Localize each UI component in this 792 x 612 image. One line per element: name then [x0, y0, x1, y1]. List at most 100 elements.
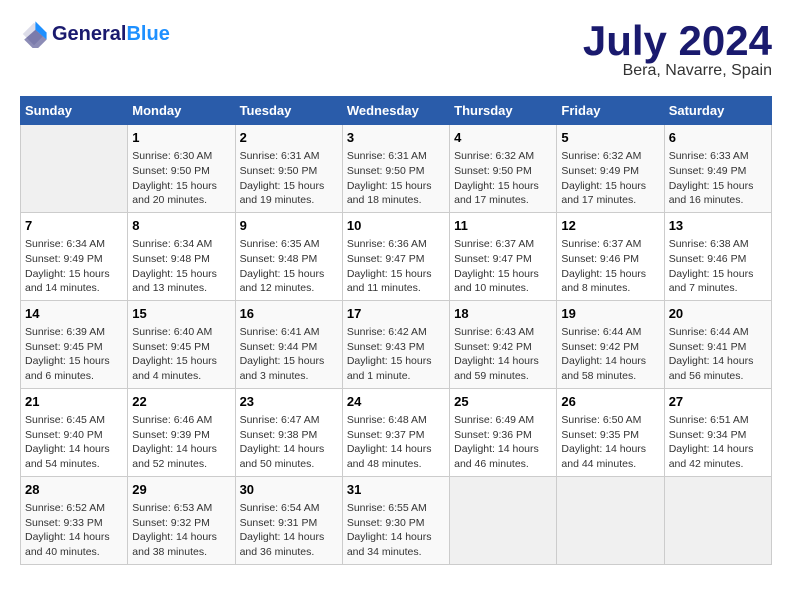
cell-content: Sunrise: 6:31 AM Sunset: 9:50 PM Dayligh… — [347, 149, 445, 208]
day-number: 11 — [454, 217, 552, 235]
calendar-cell: 1 Sunrise: 6:30 AM Sunset: 9:50 PM Daylig… — [128, 125, 235, 213]
calendar-cell — [557, 476, 664, 564]
calendar-cell: 18 Sunrise: 6:43 AM Sunset: 9:42 PM Dayli… — [450, 300, 557, 388]
day-of-week-header: Tuesday — [235, 97, 342, 125]
cell-content: Sunrise: 6:35 AM Sunset: 9:48 PM Dayligh… — [240, 237, 338, 296]
calendar-cell: 17 Sunrise: 6:42 AM Sunset: 9:43 PM Dayli… — [342, 300, 449, 388]
cell-content: Sunrise: 6:41 AM Sunset: 9:44 PM Dayligh… — [240, 325, 338, 384]
day-of-week-header: Friday — [557, 97, 664, 125]
day-number: 4 — [454, 129, 552, 147]
cell-content: Sunrise: 6:51 AM Sunset: 9:34 PM Dayligh… — [669, 413, 767, 472]
calendar-cell: 10Sunrise: 6:36 AM Sunset: 9:47 PM Dayli… — [342, 212, 449, 300]
cell-content: Sunrise: 6:48 AM Sunset: 9:37 PM Dayligh… — [347, 413, 445, 472]
calendar-cell: 22 Sunrise: 6:46 AM Sunset: 9:39 PM Dayli… — [128, 388, 235, 476]
day-number: 8 — [132, 217, 230, 235]
month-title: July 2024 — [583, 20, 772, 62]
day-of-week-header: Sunday — [21, 97, 128, 125]
calendar-cell: 7 Sunrise: 6:34 AM Sunset: 9:49 PM Daylig… — [21, 212, 128, 300]
day-number: 23 — [240, 393, 338, 411]
calendar-cell: 5 Sunrise: 6:32 AM Sunset: 9:49 PM Daylig… — [557, 125, 664, 213]
calendar-cell: 26 Sunrise: 6:50 AM Sunset: 9:35 PM Dayli… — [557, 388, 664, 476]
day-number: 30 — [240, 481, 338, 499]
cell-content: Sunrise: 6:43 AM Sunset: 9:42 PM Dayligh… — [454, 325, 552, 384]
cell-content: Sunrise: 6:38 AM Sunset: 9:46 PM Dayligh… — [669, 237, 767, 296]
cell-content: Sunrise: 6:50 AM Sunset: 9:35 PM Dayligh… — [561, 413, 659, 472]
cell-content: Sunrise: 6:42 AM Sunset: 9:43 PM Dayligh… — [347, 325, 445, 384]
day-number: 13 — [669, 217, 767, 235]
calendar-week-row: 14 Sunrise: 6:39 AM Sunset: 9:45 PM Dayli… — [21, 300, 772, 388]
calendar-cell: 23Sunrise: 6:47 AM Sunset: 9:38 PM Dayli… — [235, 388, 342, 476]
calendar-cell: 3Sunrise: 6:31 AM Sunset: 9:50 PM Daylig… — [342, 125, 449, 213]
cell-content: Sunrise: 6:34 AM Sunset: 9:48 PM Dayligh… — [132, 237, 230, 296]
calendar-cell: 21 Sunrise: 6:45 AM Sunset: 9:40 PM Dayli… — [21, 388, 128, 476]
day-number: 26 — [561, 393, 659, 411]
calendar-cell: 12 Sunrise: 6:37 AM Sunset: 9:46 PM Dayli… — [557, 212, 664, 300]
logo-text: GeneralBlue — [52, 23, 170, 46]
location-subtitle: Bera, Navarre, Spain — [583, 62, 772, 80]
cell-content: Sunrise: 6:55 AM Sunset: 9:30 PM Dayligh… — [347, 501, 445, 560]
cell-content: Sunrise: 6:45 AM Sunset: 9:40 PM Dayligh… — [25, 413, 123, 472]
calendar-cell: 9Sunrise: 6:35 AM Sunset: 9:48 PM Daylig… — [235, 212, 342, 300]
title-block: July 2024 Bera, Navarre, Spain — [583, 20, 772, 80]
calendar-cell: 13 Sunrise: 6:38 AM Sunset: 9:46 PM Dayli… — [664, 212, 771, 300]
calendar-cell — [450, 476, 557, 564]
cell-content: Sunrise: 6:37 AM Sunset: 9:47 PM Dayligh… — [454, 237, 552, 296]
calendar-cell: 30 Sunrise: 6:54 AM Sunset: 9:31 PM Dayli… — [235, 476, 342, 564]
day-number: 2 — [240, 129, 338, 147]
calendar-cell: 27 Sunrise: 6:51 AM Sunset: 9:34 PM Dayli… — [664, 388, 771, 476]
cell-content: Sunrise: 6:37 AM Sunset: 9:46 PM Dayligh… — [561, 237, 659, 296]
calendar-cell: 31 Sunrise: 6:55 AM Sunset: 9:30 PM Dayli… — [342, 476, 449, 564]
calendar-week-row: 21 Sunrise: 6:45 AM Sunset: 9:40 PM Dayli… — [21, 388, 772, 476]
day-number: 12 — [561, 217, 659, 235]
cell-content: Sunrise: 6:33 AM Sunset: 9:49 PM Dayligh… — [669, 149, 767, 208]
cell-content: Sunrise: 6:40 AM Sunset: 9:45 PM Dayligh… — [132, 325, 230, 384]
page-header: GeneralBlue July 2024 Bera, Navarre, Spa… — [20, 20, 772, 80]
day-of-week-header: Saturday — [664, 97, 771, 125]
calendar-cell: 4 Sunrise: 6:32 AM Sunset: 9:50 PM Daylig… — [450, 125, 557, 213]
day-number: 18 — [454, 305, 552, 323]
day-number: 21 — [25, 393, 123, 411]
calendar-cell: 6 Sunrise: 6:33 AM Sunset: 9:49 PM Daylig… — [664, 125, 771, 213]
day-number: 28 — [25, 481, 123, 499]
calendar-cell: 16 Sunrise: 6:41 AM Sunset: 9:44 PM Dayli… — [235, 300, 342, 388]
calendar-cell: 19Sunrise: 6:44 AM Sunset: 9:42 PM Dayli… — [557, 300, 664, 388]
day-number: 14 — [25, 305, 123, 323]
day-number: 10 — [347, 217, 445, 235]
calendar-cell: 25Sunrise: 6:49 AM Sunset: 9:36 PM Dayli… — [450, 388, 557, 476]
calendar-cell: 11 Sunrise: 6:37 AM Sunset: 9:47 PM Dayli… — [450, 212, 557, 300]
cell-content: Sunrise: 6:44 AM Sunset: 9:41 PM Dayligh… — [669, 325, 767, 384]
calendar-cell: 28 Sunrise: 6:52 AM Sunset: 9:33 PM Dayli… — [21, 476, 128, 564]
day-of-week-header: Thursday — [450, 97, 557, 125]
cell-content: Sunrise: 6:44 AM Sunset: 9:42 PM Dayligh… — [561, 325, 659, 384]
day-number: 1 — [132, 129, 230, 147]
day-number: 17 — [347, 305, 445, 323]
calendar-cell: 20Sunrise: 6:44 AM Sunset: 9:41 PM Dayli… — [664, 300, 771, 388]
day-number: 31 — [347, 481, 445, 499]
day-number: 24 — [347, 393, 445, 411]
cell-content: Sunrise: 6:39 AM Sunset: 9:45 PM Dayligh… — [25, 325, 123, 384]
cell-content: Sunrise: 6:30 AM Sunset: 9:50 PM Dayligh… — [132, 149, 230, 208]
day-number: 7 — [25, 217, 123, 235]
day-number: 29 — [132, 481, 230, 499]
calendar-table: SundayMondayTuesdayWednesdayThursdayFrid… — [20, 96, 772, 565]
cell-content: Sunrise: 6:32 AM Sunset: 9:49 PM Dayligh… — [561, 149, 659, 208]
cell-content: Sunrise: 6:46 AM Sunset: 9:39 PM Dayligh… — [132, 413, 230, 472]
logo: GeneralBlue — [20, 20, 170, 48]
day-number: 15 — [132, 305, 230, 323]
cell-content: Sunrise: 6:52 AM Sunset: 9:33 PM Dayligh… — [25, 501, 123, 560]
cell-content: Sunrise: 6:31 AM Sunset: 9:50 PM Dayligh… — [240, 149, 338, 208]
calendar-cell: 15 Sunrise: 6:40 AM Sunset: 9:45 PM Dayli… — [128, 300, 235, 388]
day-number: 6 — [669, 129, 767, 147]
calendar-cell: 14 Sunrise: 6:39 AM Sunset: 9:45 PM Dayli… — [21, 300, 128, 388]
day-number: 27 — [669, 393, 767, 411]
day-number: 25 — [454, 393, 552, 411]
calendar-cell: 24 Sunrise: 6:48 AM Sunset: 9:37 PM Dayli… — [342, 388, 449, 476]
cell-content: Sunrise: 6:34 AM Sunset: 9:49 PM Dayligh… — [25, 237, 123, 296]
calendar-header-row: SundayMondayTuesdayWednesdayThursdayFrid… — [21, 97, 772, 125]
cell-content: Sunrise: 6:54 AM Sunset: 9:31 PM Dayligh… — [240, 501, 338, 560]
cell-content: Sunrise: 6:32 AM Sunset: 9:50 PM Dayligh… — [454, 149, 552, 208]
day-number: 22 — [132, 393, 230, 411]
calendar-cell: 8 Sunrise: 6:34 AM Sunset: 9:48 PM Daylig… — [128, 212, 235, 300]
day-number: 5 — [561, 129, 659, 147]
day-number: 16 — [240, 305, 338, 323]
